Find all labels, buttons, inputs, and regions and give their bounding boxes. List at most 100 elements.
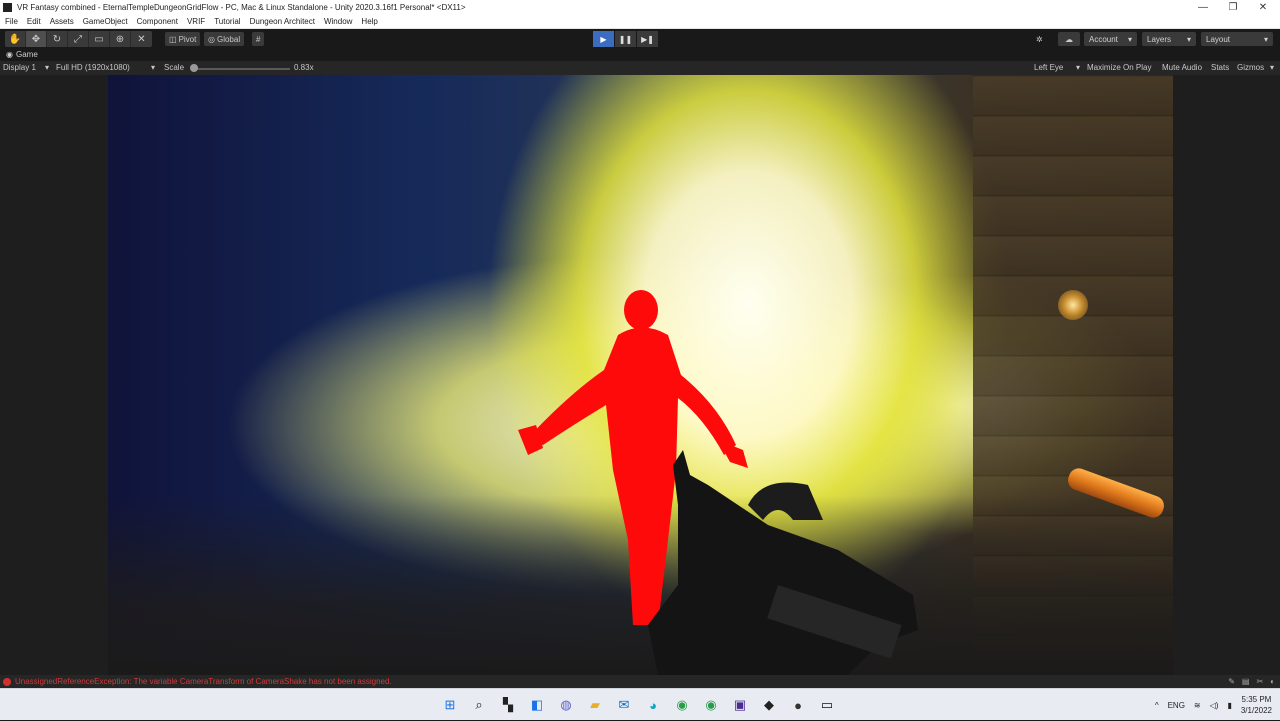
unity-app-icon [3, 3, 12, 12]
tray-overflow-icon[interactable]: ^ [1155, 701, 1159, 710]
layers-icon[interactable]: ▤ [1242, 677, 1250, 686]
battery-icon[interactable]: ▮ [1227, 701, 1231, 710]
menu-assets[interactable]: Assets [50, 17, 74, 26]
file-explorer-icon[interactable]: ▰ [583, 693, 607, 717]
pivot-toggle[interactable]: ◫ Pivot [165, 32, 201, 46]
chevron-down-icon: ▾ [151, 63, 156, 72]
language-indicator[interactable]: ENG [1168, 701, 1185, 710]
edge-icon[interactable]: ◕ [641, 693, 665, 717]
chrome-dev-icon[interactable]: ◉ [699, 693, 723, 717]
visual-studio-icon[interactable]: ▣ [728, 693, 752, 717]
pivot-label: Pivot [178, 34, 197, 44]
chevron-down-icon: ▾ [1186, 34, 1191, 44]
menu-edit[interactable]: Edit [27, 17, 41, 26]
menu-vrif[interactable]: VRIF [187, 17, 205, 26]
system-tray: ^ ENG ≋ ◁) ▮ 5:35 PM 3/1/2022 [1155, 689, 1272, 721]
layout-dropdown[interactable]: Layout ▾ [1201, 32, 1273, 46]
scale-value: 0.83x [294, 63, 314, 72]
cloud-icon[interactable]: ☁ [1058, 32, 1080, 46]
taskbar-apps: ⊞ ⌕ ▚ ◧ ◍ ▰ ✉ ◕ ◉ ◉ ▣ ◆ ● ▭ [438, 693, 839, 717]
game-view[interactable] [0, 75, 1280, 675]
step-button[interactable]: ▶❚ [637, 31, 658, 47]
game-view-toolbar: Display 1 ▾ Full HD (1920x1080) ▾ Scale … [0, 61, 1280, 75]
clock[interactable]: 5:35 PM 3/1/2022 [1241, 694, 1272, 716]
pivot-icon: ◫ [169, 34, 177, 44]
unity-icon[interactable]: ◆ [757, 693, 781, 717]
scale-tool-icon[interactable]: ⤢ [68, 31, 89, 47]
status-icons: ✎ ▤ ✂ ◐ [1228, 677, 1275, 686]
app-icon[interactable]: ● [786, 693, 810, 717]
menu-gameobject[interactable]: GameObject [83, 17, 128, 26]
menu-window[interactable]: Window [324, 17, 352, 26]
speaker-icon[interactable]: ◁) [1210, 701, 1219, 710]
layout-label: Layout [1206, 34, 1231, 44]
scale-slider-handle[interactable] [190, 64, 198, 72]
layers-label: Layers [1147, 34, 1172, 44]
chrome-icon[interactable]: ◉ [670, 693, 694, 717]
menu-help[interactable]: Help [361, 17, 377, 26]
clock-time: 5:35 PM [1241, 695, 1272, 704]
stats-toggle[interactable]: Stats [1211, 63, 1229, 72]
maximize-on-play-toggle[interactable]: Maximize On Play [1087, 63, 1151, 72]
console-status-bar[interactable]: UnassignedReferenceException: The variab… [0, 675, 1280, 688]
menu-component[interactable]: Component [137, 17, 178, 26]
menu-tutorial[interactable]: Tutorial [214, 17, 240, 26]
clock-date: 3/1/2022 [1240, 706, 1272, 715]
global-toggle[interactable]: ◎ Global [204, 32, 245, 46]
globe-icon: ◎ [208, 34, 215, 44]
eye-dropdown[interactable]: Left Eye [1034, 63, 1063, 72]
menu-file[interactable]: File [5, 17, 18, 26]
wall-torch [1058, 290, 1088, 320]
rotate-tool-icon[interactable]: ↻ [47, 31, 68, 47]
close-button[interactable]: ✕ [1248, 0, 1278, 15]
error-message[interactable]: UnassignedReferenceException: The variab… [15, 677, 392, 686]
minimize-button[interactable]: — [1188, 0, 1218, 15]
window-title-bar: VR Fantasy combined - EternalTempleDunge… [0, 0, 1280, 15]
game-render[interactable] [108, 75, 1173, 675]
search-icon[interactable]: ⌕ [467, 693, 491, 717]
custom-tool-icon[interactable]: ✕ [131, 31, 152, 47]
error-icon [3, 677, 11, 686]
move-tool-icon[interactable]: ✥ [26, 31, 47, 47]
edit-icon[interactable]: ✎ [1228, 677, 1235, 686]
gizmos-dropdown[interactable]: Gizmos [1237, 63, 1264, 72]
transform-tool-icon[interactable]: ⊕ [110, 31, 131, 47]
playmode-controls: ▶ ❚❚ ▶❚ [593, 31, 658, 47]
grid-snap-button[interactable]: # [252, 32, 265, 46]
menu-dungeon-architect[interactable]: Dungeon Architect [250, 17, 315, 26]
mute-audio-toggle[interactable]: Mute Audio [1162, 63, 1202, 72]
mail-icon[interactable]: ✉ [612, 693, 636, 717]
hand-tool-icon[interactable]: ✋ [5, 31, 26, 47]
task-view-icon[interactable]: ▚ [496, 693, 520, 717]
play-button[interactable]: ▶ [593, 31, 614, 47]
main-toolbar: ✋ ✥ ↻ ⤢ ▭ ⊕ ✕ ◫ Pivot ◎ Global # ▶ ❚❚ ▶❚… [0, 30, 1280, 48]
wifi-icon[interactable]: ≋ [1194, 701, 1201, 710]
windows-taskbar: ⊞ ⌕ ▚ ◧ ◍ ▰ ✉ ◕ ◉ ◉ ▣ ◆ ● ▭ ^ ENG ≋ ◁) ▮ 5:35 PM 3/1/… [0, 688, 1280, 720]
windows-start-icon[interactable]: ⊞ [438, 693, 462, 717]
transform-tools: ✋ ✥ ↻ ⤢ ▭ ⊕ ✕ [5, 31, 152, 47]
rect-tool-icon[interactable]: ▭ [89, 31, 110, 47]
global-label: Global [216, 34, 241, 44]
window-title: VR Fantasy combined - EternalTempleDunge… [17, 3, 466, 12]
scale-slider-track[interactable] [192, 68, 290, 70]
display-dropdown[interactable]: Display 1 [3, 63, 36, 72]
chevron-down-icon: ▾ [1270, 63, 1275, 72]
widgets-icon[interactable]: ◧ [525, 693, 549, 717]
pause-button[interactable]: ❚❚ [615, 31, 636, 47]
maximize-button[interactable]: ❐ [1218, 0, 1248, 15]
chevron-down-icon: ▾ [45, 63, 50, 72]
account-label: Account [1089, 34, 1118, 44]
oculus-icon[interactable]: ▭ [815, 693, 839, 717]
chevron-down-icon: ▾ [1263, 34, 1268, 44]
game-tab[interactable]: ◉ Game [0, 48, 1280, 61]
scale-label: Scale [164, 63, 185, 72]
chat-icon[interactable]: ◍ [554, 693, 578, 717]
scissors-icon[interactable]: ✂ [1256, 677, 1263, 686]
menu-bar: File Edit Assets GameObject Component VR… [0, 15, 1280, 29]
game-tab-label: Game [15, 50, 38, 59]
collab-icon[interactable]: ✲ [1032, 32, 1047, 46]
layers-dropdown[interactable]: Layers ▾ [1142, 32, 1196, 46]
account-dropdown[interactable]: Account ▾ [1084, 32, 1137, 46]
resolution-dropdown[interactable]: Full HD (1920x1080) [56, 63, 130, 72]
progress-icon[interactable]: ◐ [1270, 677, 1275, 686]
